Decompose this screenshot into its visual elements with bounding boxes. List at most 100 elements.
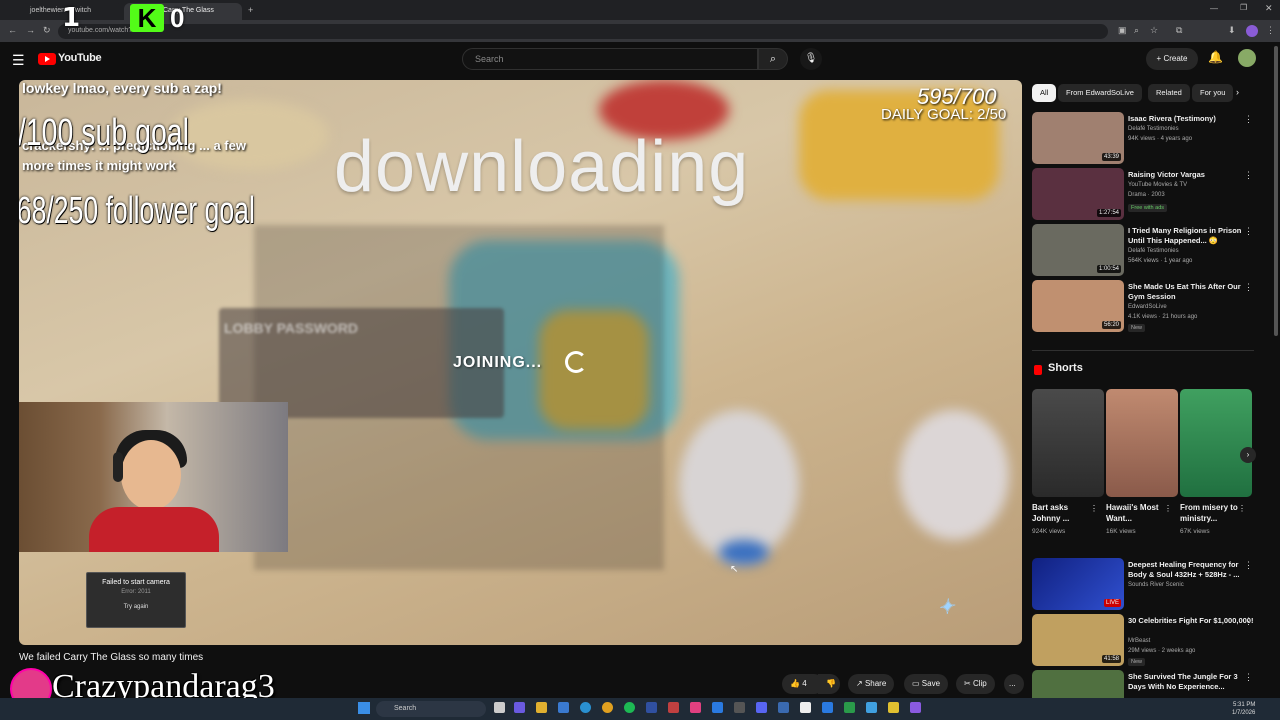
- video-title[interactable]: Isaac Rivera (Testimony): [1128, 114, 1254, 124]
- short-title[interactable]: Hawaii's Most Want...: [1106, 502, 1166, 524]
- maximize-icon[interactable]: ❐: [1240, 3, 1247, 12]
- video-title[interactable]: She Made Us Eat This After Our Gym Sessi…: [1128, 282, 1254, 302]
- profile-avatar-icon[interactable]: [1246, 25, 1258, 37]
- task-view-icon[interactable]: [494, 702, 505, 713]
- video-title[interactable]: 30 Celebrities Fight For $1,000,000!: [1128, 616, 1254, 626]
- video-title[interactable]: Deepest Healing Frequency for Body & Sou…: [1128, 560, 1254, 580]
- related-video[interactable]: LIVE Deepest Healing Frequency for Body …: [1032, 558, 1272, 610]
- discord-icon[interactable]: [756, 702, 767, 713]
- search-icon[interactable]: ⌕: [758, 48, 788, 70]
- chip-all[interactable]: All: [1032, 84, 1057, 102]
- app-icon[interactable]: [734, 702, 745, 713]
- app-icon[interactable]: [514, 702, 525, 713]
- search-input[interactable]: Search: [462, 48, 758, 70]
- video-thumbnail[interactable]: 1:00:54: [1032, 224, 1124, 276]
- account-avatar[interactable]: [1238, 49, 1256, 67]
- extensions-puzzle-icon[interactable]: ⧉: [1176, 25, 1182, 36]
- clip-button[interactable]: ✂ Clip: [956, 674, 995, 694]
- chip-for-you[interactable]: For you: [1192, 84, 1234, 102]
- notifications-bell-icon[interactable]: 🔔: [1208, 50, 1223, 64]
- channel-name[interactable]: YouTube Movies & TV: [1128, 182, 1187, 188]
- chip-related[interactable]: Related: [1148, 84, 1190, 102]
- more-options-icon[interactable]: ⋮: [1244, 170, 1253, 181]
- edge-icon[interactable]: [580, 702, 591, 713]
- short-title[interactable]: Bart asks Johnny ...: [1032, 502, 1092, 524]
- browser-menu-icon[interactable]: ⋮: [1266, 25, 1275, 36]
- app-icon[interactable]: [888, 702, 899, 713]
- video-player[interactable]: LOBBY PASSWORD lowkey lmao, every sub a …: [19, 80, 1022, 645]
- download-icon[interactable]: ⬇: [1228, 25, 1236, 36]
- page-scrollbar[interactable]: [1274, 46, 1278, 336]
- video-thumbnail[interactable]: 43:39: [1032, 112, 1124, 164]
- more-options-icon[interactable]: ⋮: [1244, 616, 1253, 627]
- youtube-logo-icon[interactable]: [38, 53, 56, 65]
- video-title[interactable]: Raising Victor Vargas: [1128, 170, 1254, 180]
- channel-name[interactable]: Delafé Testimonies: [1128, 126, 1179, 132]
- video-thumbnail[interactable]: 1:27:54: [1032, 168, 1124, 220]
- extension-icon[interactable]: ▣: [1118, 25, 1127, 36]
- channel-name[interactable]: EdwardSoLive: [1128, 304, 1167, 310]
- chrome-icon[interactable]: [602, 702, 613, 713]
- short-thumbnail[interactable]: [1180, 389, 1252, 497]
- channel-name[interactable]: Sounds River Scenic: [1128, 582, 1184, 588]
- hamburger-menu-icon[interactable]: ☰: [12, 52, 25, 69]
- video-title[interactable]: I Tried Many Religions in Prison Until T…: [1128, 226, 1254, 246]
- more-options-icon[interactable]: ⋮: [1090, 504, 1098, 513]
- video-thumbnail[interactable]: LIVE: [1032, 558, 1124, 610]
- close-icon[interactable]: ✕: [1265, 3, 1273, 14]
- channel-name[interactable]: Delafé Testimonies: [1128, 248, 1179, 254]
- dislike-button[interactable]: 👎: [818, 674, 840, 694]
- app-icon[interactable]: [800, 702, 811, 713]
- create-button[interactable]: + Create: [1146, 48, 1198, 70]
- camera-retry-button[interactable]: Try again: [111, 604, 161, 610]
- more-options-icon[interactable]: ⋮: [1238, 504, 1246, 513]
- more-options-icon[interactable]: ⋮: [1244, 672, 1253, 683]
- reload-icon[interactable]: ↻: [43, 25, 51, 36]
- chip-from-channel[interactable]: From EdwardSoLive: [1058, 84, 1142, 102]
- app-icon[interactable]: [822, 702, 833, 713]
- chevron-right-icon[interactable]: ›: [1236, 87, 1239, 97]
- channel-name[interactable]: MrBeast: [1128, 638, 1150, 644]
- zoom-icon[interactable]: ⌕: [1134, 25, 1139, 36]
- windows-start-icon[interactable]: [358, 702, 370, 714]
- related-video[interactable]: 56:20 She Made Us Eat This After Our Gym…: [1032, 280, 1272, 332]
- short-thumbnail[interactable]: [1032, 389, 1104, 497]
- related-video[interactable]: She Survived The Jungle For 3 Days With …: [1032, 670, 1272, 698]
- related-video[interactable]: 1:27:54 Raising Victor Vargas YouTube Mo…: [1032, 168, 1272, 220]
- more-options-icon[interactable]: ⋮: [1244, 226, 1253, 237]
- url-input[interactable]: youtube.com/watch?v=...: [58, 24, 1108, 39]
- spotify-icon[interactable]: [624, 702, 635, 713]
- forward-icon[interactable]: →: [26, 25, 35, 35]
- new-tab-icon[interactable]: +: [248, 5, 253, 15]
- more-options-icon[interactable]: ⋮: [1164, 504, 1172, 513]
- microphone-icon[interactable]: 🎙: [800, 48, 822, 70]
- save-button[interactable]: ▭ Save: [904, 674, 949, 694]
- video-title[interactable]: She Survived The Jungle For 3 Days With …: [1128, 672, 1254, 692]
- tiktok-icon[interactable]: [690, 702, 701, 713]
- more-actions-button[interactable]: ...: [1004, 674, 1024, 694]
- steam-icon[interactable]: [778, 702, 789, 713]
- share-button[interactable]: ↗ Share: [848, 674, 895, 694]
- app-icon[interactable]: [646, 702, 657, 713]
- taskbar-search[interactable]: Search: [376, 701, 486, 717]
- back-icon[interactable]: ←: [8, 25, 17, 35]
- minimize-icon[interactable]: —: [1210, 4, 1218, 13]
- video-thumbnail[interactable]: 41:58: [1032, 614, 1124, 666]
- app-icon[interactable]: [866, 702, 877, 713]
- short-title[interactable]: From misery to ministry...: [1180, 502, 1240, 524]
- youtube-logo-text[interactable]: YouTube: [58, 52, 102, 64]
- shorts-next-icon[interactable]: ›: [1240, 447, 1256, 463]
- more-options-icon[interactable]: ⋮: [1244, 282, 1253, 293]
- related-video[interactable]: 41:58 30 Celebrities Fight For $1,000,00…: [1032, 614, 1272, 666]
- file-explorer-icon[interactable]: [536, 702, 547, 713]
- video-thumbnail[interactable]: [1032, 670, 1124, 698]
- video-thumbnail[interactable]: 56:20: [1032, 280, 1124, 332]
- app-icon[interactable]: [712, 702, 723, 713]
- short-thumbnail[interactable]: [1106, 389, 1178, 497]
- bookmark-star-icon[interactable]: ☆: [1150, 25, 1158, 36]
- related-video[interactable]: 43:39 Isaac Rivera (Testimony) Delafé Te…: [1032, 112, 1272, 164]
- app-icon[interactable]: [844, 702, 855, 713]
- app-icon[interactable]: [910, 702, 921, 713]
- more-options-icon[interactable]: ⋮: [1244, 560, 1253, 571]
- related-video[interactable]: 1:00:54 I Tried Many Religions in Prison…: [1032, 224, 1272, 276]
